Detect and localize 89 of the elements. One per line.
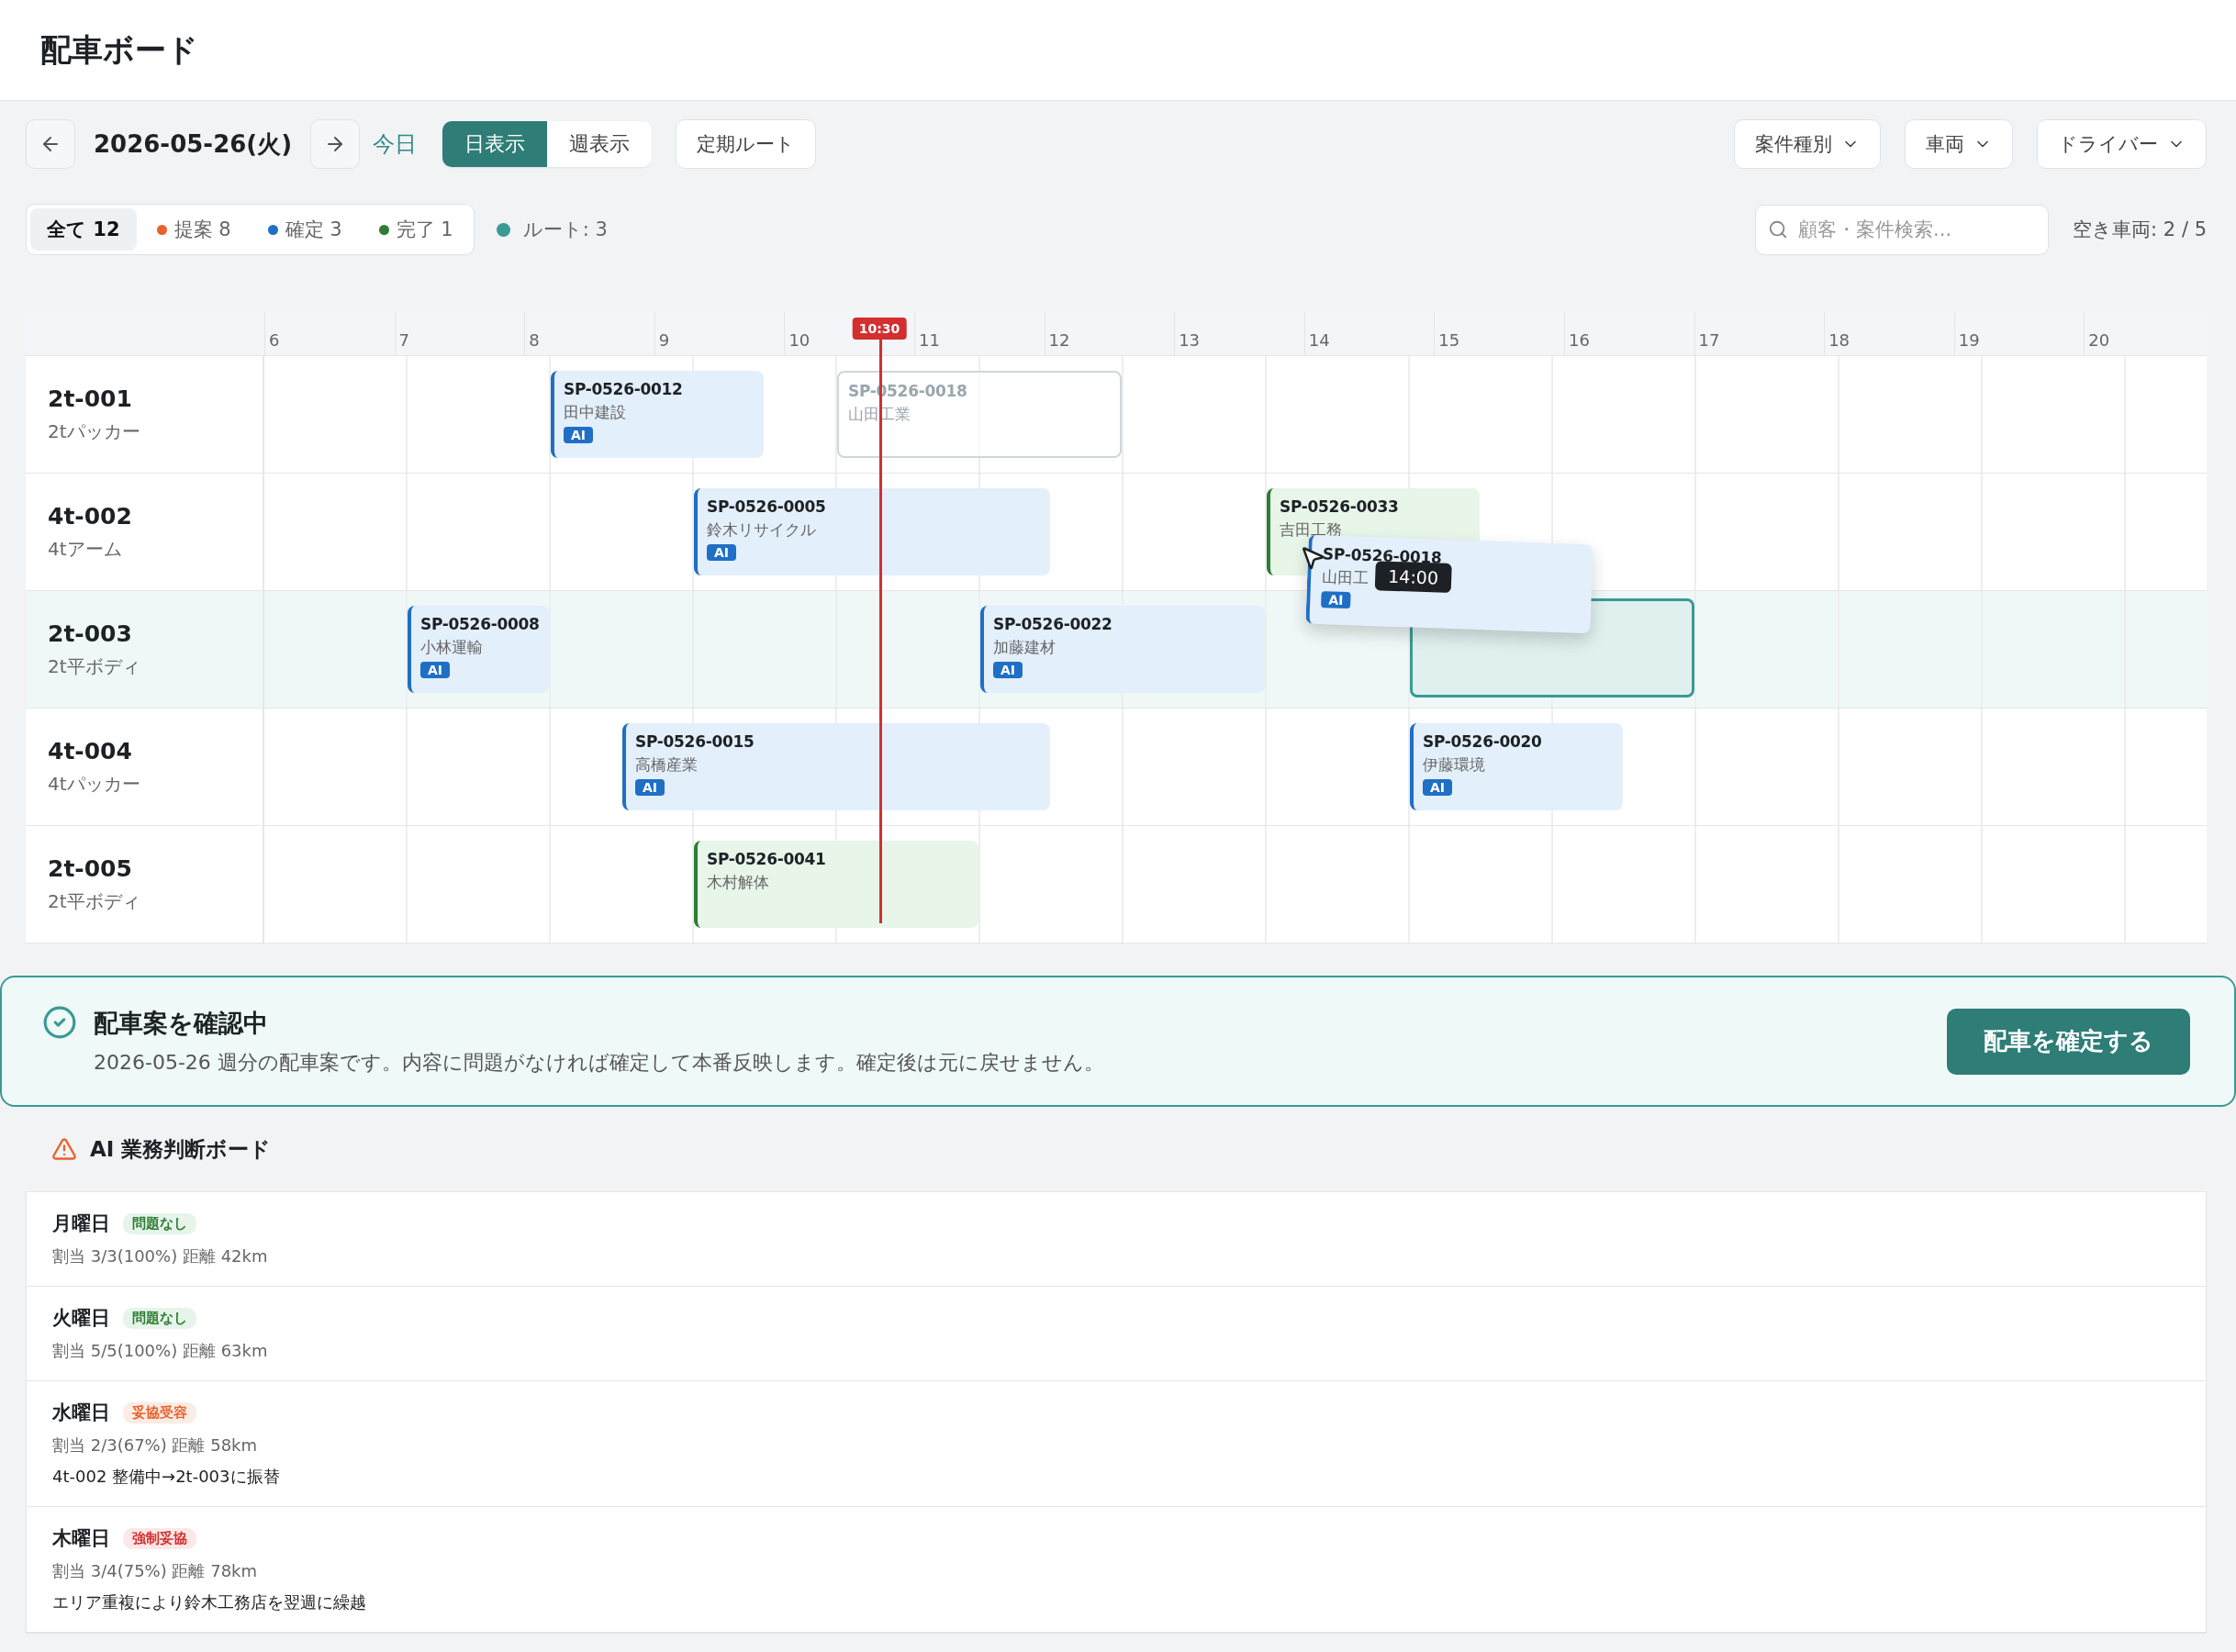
- day-summary: 割当 5/5(100%) 距離 63km: [52, 1340, 268, 1362]
- ai-badge: AI: [564, 427, 594, 443]
- job-id: SP-0526-0041: [707, 850, 826, 868]
- job-id: SP-0526-0033: [1280, 497, 1399, 516]
- job-id: SP-0526-0020: [1423, 732, 1542, 751]
- job-card[interactable]: SP-0526-0015 高橋産業 AI: [622, 723, 1050, 810]
- vehicle-type: 2tパッカー: [48, 419, 141, 444]
- ai-badge: AI: [1321, 591, 1351, 609]
- vehicle-name: 2t-003: [48, 620, 133, 647]
- hour-label: 14: [1303, 312, 1435, 355]
- filter-dropdown[interactable]: 案件種別: [1734, 119, 1881, 169]
- route-button[interactable]: 定期ルート: [676, 119, 817, 169]
- warning-icon: [51, 1136, 77, 1162]
- filter-dropdown[interactable]: ドライバー: [2037, 119, 2207, 169]
- vehicle-name: 2t-001: [48, 385, 133, 412]
- vehicle-type: 2t平ボディ: [48, 889, 141, 914]
- available-vehicles: 空き車両: 2 / 5: [2073, 218, 2207, 242]
- hour-label: 6: [264, 312, 395, 355]
- vehicle-name: 4t-002: [48, 503, 133, 530]
- previous-day-button[interactable]: [26, 119, 75, 169]
- current-time-label: 10:30: [852, 318, 907, 340]
- job-card[interactable]: SP-0526-0008 小林運輸 AI: [408, 606, 549, 693]
- check-icon: [42, 1005, 77, 1040]
- job-card[interactable]: SP-0526-0020 伊藤環境 AI: [1410, 723, 1623, 810]
- job-id: SP-0526-0015: [635, 732, 755, 751]
- banner-text: 2026-05-26 週分の配車案です。内容に問題がなければ確定して本番反映します。確定後は元に戻せません。: [94, 1049, 1105, 1076]
- customer-name: 加藤建材: [993, 637, 1056, 658]
- page-title: 配車ボード: [40, 29, 198, 70]
- vehicle-type: 2t平ボディ: [48, 654, 141, 679]
- vehicle-name: 2t-005: [48, 855, 133, 882]
- customer-name: 鈴木リサイクル: [707, 519, 816, 541]
- day-summary: 割当 3/3(100%) 距離 42km: [52, 1245, 268, 1267]
- hour-label: 17: [1694, 312, 1825, 355]
- job-id: SP-0526-0005: [707, 497, 826, 516]
- vehicle-name: 4t-004: [48, 738, 133, 765]
- status-badge: 強制妥協: [123, 1527, 196, 1549]
- hour-label: 18: [1824, 312, 1954, 355]
- route-count: ルート: 3: [522, 218, 608, 242]
- day-name: 水曜日: [52, 1401, 110, 1425]
- customer-name: 小林運輸: [420, 637, 483, 658]
- vehicle-type: 4tアーム: [48, 537, 123, 562]
- today-link[interactable]: 今日: [373, 129, 418, 159]
- day-name: 木曜日: [52, 1526, 110, 1551]
- hour-label: 8: [524, 312, 654, 355]
- hour-label: 9: [654, 312, 785, 355]
- job-card[interactable]: SP-0526-0005 鈴木リサイクル AI: [694, 488, 1050, 575]
- job-id: SP-0526-0012: [564, 380, 683, 398]
- ai-badge: AI: [420, 662, 451, 678]
- status-filter[interactable]: 全て 12: [30, 208, 137, 251]
- next-day-button[interactable]: [310, 119, 361, 169]
- job-id: SP-0526-0008: [420, 615, 540, 633]
- status-badge: 妥協受容: [123, 1401, 196, 1423]
- job-card[interactable]: SP-0526-0012 田中建設 AI: [551, 371, 764, 458]
- day-summary: 割当 3/4(75%) 距離 78km: [52, 1560, 258, 1582]
- hour-label: 19: [1953, 312, 2085, 355]
- customer-name: 高橋産業: [635, 754, 698, 776]
- date-label: 2026-05-26(火): [93, 128, 294, 160]
- section-title: AI 業務判断ボード: [90, 1135, 272, 1163]
- hour-label: 7: [394, 312, 525, 355]
- ai-badge: AI: [993, 662, 1023, 678]
- day-name: 火曜日: [52, 1306, 110, 1331]
- hour-label: 11: [913, 312, 1045, 355]
- hour-label: 16: [1563, 312, 1694, 355]
- confirm-button[interactable]: 配車を確定する: [1947, 1008, 2190, 1075]
- vehicle-type: 4tパッカー: [48, 772, 141, 797]
- hour-label: 12: [1044, 312, 1175, 355]
- job-id: SP-0526-0022: [993, 615, 1112, 633]
- status-badge: 問題なし: [123, 1212, 196, 1234]
- customer-name: 田中建設: [564, 402, 626, 423]
- day-note: エリア重複により鈴木工務店を翌週に繰越: [52, 1591, 366, 1613]
- ai-badge: AI: [707, 544, 737, 561]
- hour-label: 13: [1174, 312, 1304, 355]
- customer-name: 伊藤環境: [1423, 754, 1485, 776]
- job-card[interactable]: SP-0526-0022 加藤建材 AI: [980, 606, 1265, 693]
- ai-badge: AI: [1423, 779, 1453, 796]
- day-summary: 割当 2/3(67%) 距離 58km: [52, 1434, 258, 1457]
- view-tab[interactable]: 週表示: [547, 121, 653, 167]
- job-card[interactable]: SP-0526-0041 木村解体: [694, 841, 978, 928]
- filter-dropdown[interactable]: 車両: [1905, 119, 2013, 169]
- day-name: 月曜日: [52, 1211, 110, 1236]
- day-note: 4t-002 整備中→2t-003に振替: [52, 1466, 280, 1488]
- ai-badge: AI: [635, 779, 665, 796]
- view-tab[interactable]: 日表示: [442, 121, 548, 167]
- search-field[interactable]: 顧客・案件検索...: [1755, 204, 2050, 255]
- status-badge: 問題なし: [123, 1307, 196, 1329]
- banner-title: 配車案を確認中: [94, 1007, 269, 1039]
- hour-label: 20: [2084, 312, 2214, 355]
- hour-label: 15: [1434, 312, 1564, 355]
- customer-name: 木村解体: [707, 872, 769, 893]
